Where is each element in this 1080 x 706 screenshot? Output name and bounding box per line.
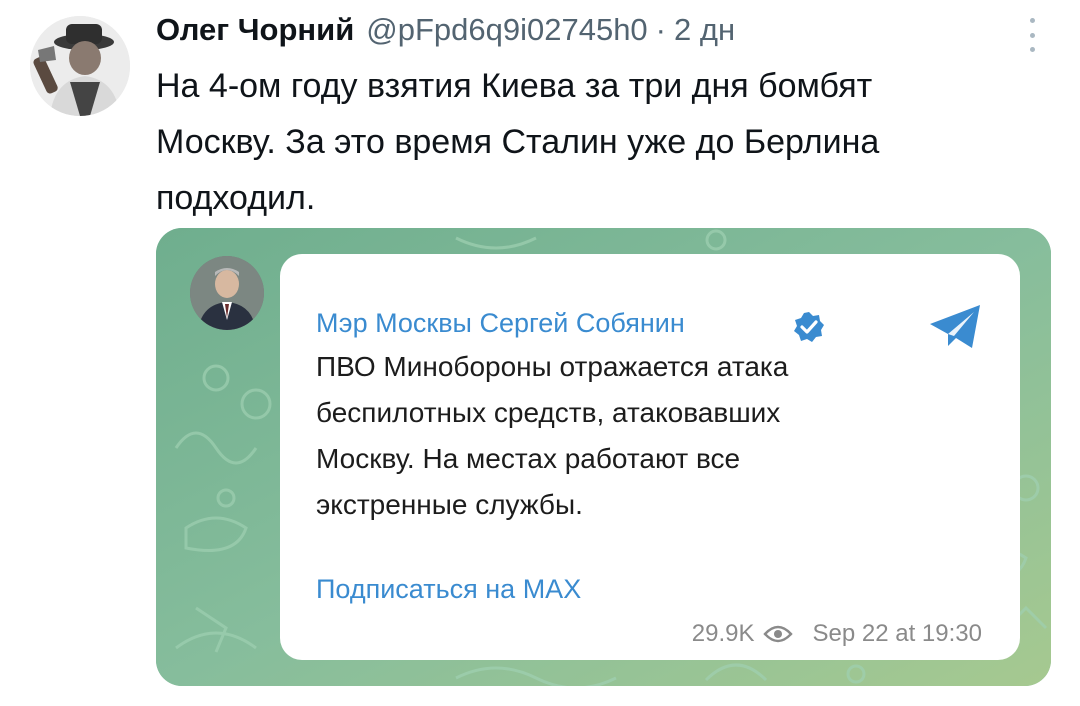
message-footer: 29.9K Sep 22 at 19:30 — [692, 620, 982, 648]
telegram-message-text: ПВО Минобороны отражается атака беспилот… — [316, 351, 789, 520]
channel-name[interactable]: Мэр Москвы Сергей Собянин — [316, 308, 685, 339]
telegram-message-card: Мэр Москвы Сергей Собянин ПВО Минобороны… — [280, 254, 1020, 660]
eye-icon — [762, 625, 793, 643]
message-timestamp: Sep 22 at 19:30 — [812, 620, 982, 647]
separator-dot: · — [655, 12, 666, 47]
author-name[interactable]: Олег Чорний — [156, 12, 354, 48]
tweet-time[interactable]: 2 дн — [674, 12, 735, 48]
tweet: Олег Чорний @pFpd6q9i02745h0 · 2 дн На 4… — [0, 0, 1080, 706]
more-vertical-icon[interactable] — [1022, 18, 1042, 52]
tweet-text: На 4-ом году взятия Киева за три дня бом… — [156, 67, 880, 217]
author-handle[interactable]: @pFpd6q9i02745h0 — [366, 12, 647, 48]
tweet-header: Олег Чорний @pFpd6q9i02745h0 · 2 дн — [156, 12, 1020, 56]
view-count: 29.9K — [691, 620, 755, 647]
embedded-telegram-post[interactable]: Мэр Москвы Сергей Собянин ПВО Минобороны… — [156, 228, 1051, 686]
channel-avatar[interactable] — [190, 256, 264, 330]
subscribe-link[interactable]: Подписаться на МАХ — [316, 574, 581, 605]
author-avatar[interactable] — [30, 16, 130, 116]
verified-badge-icon — [794, 312, 824, 342]
